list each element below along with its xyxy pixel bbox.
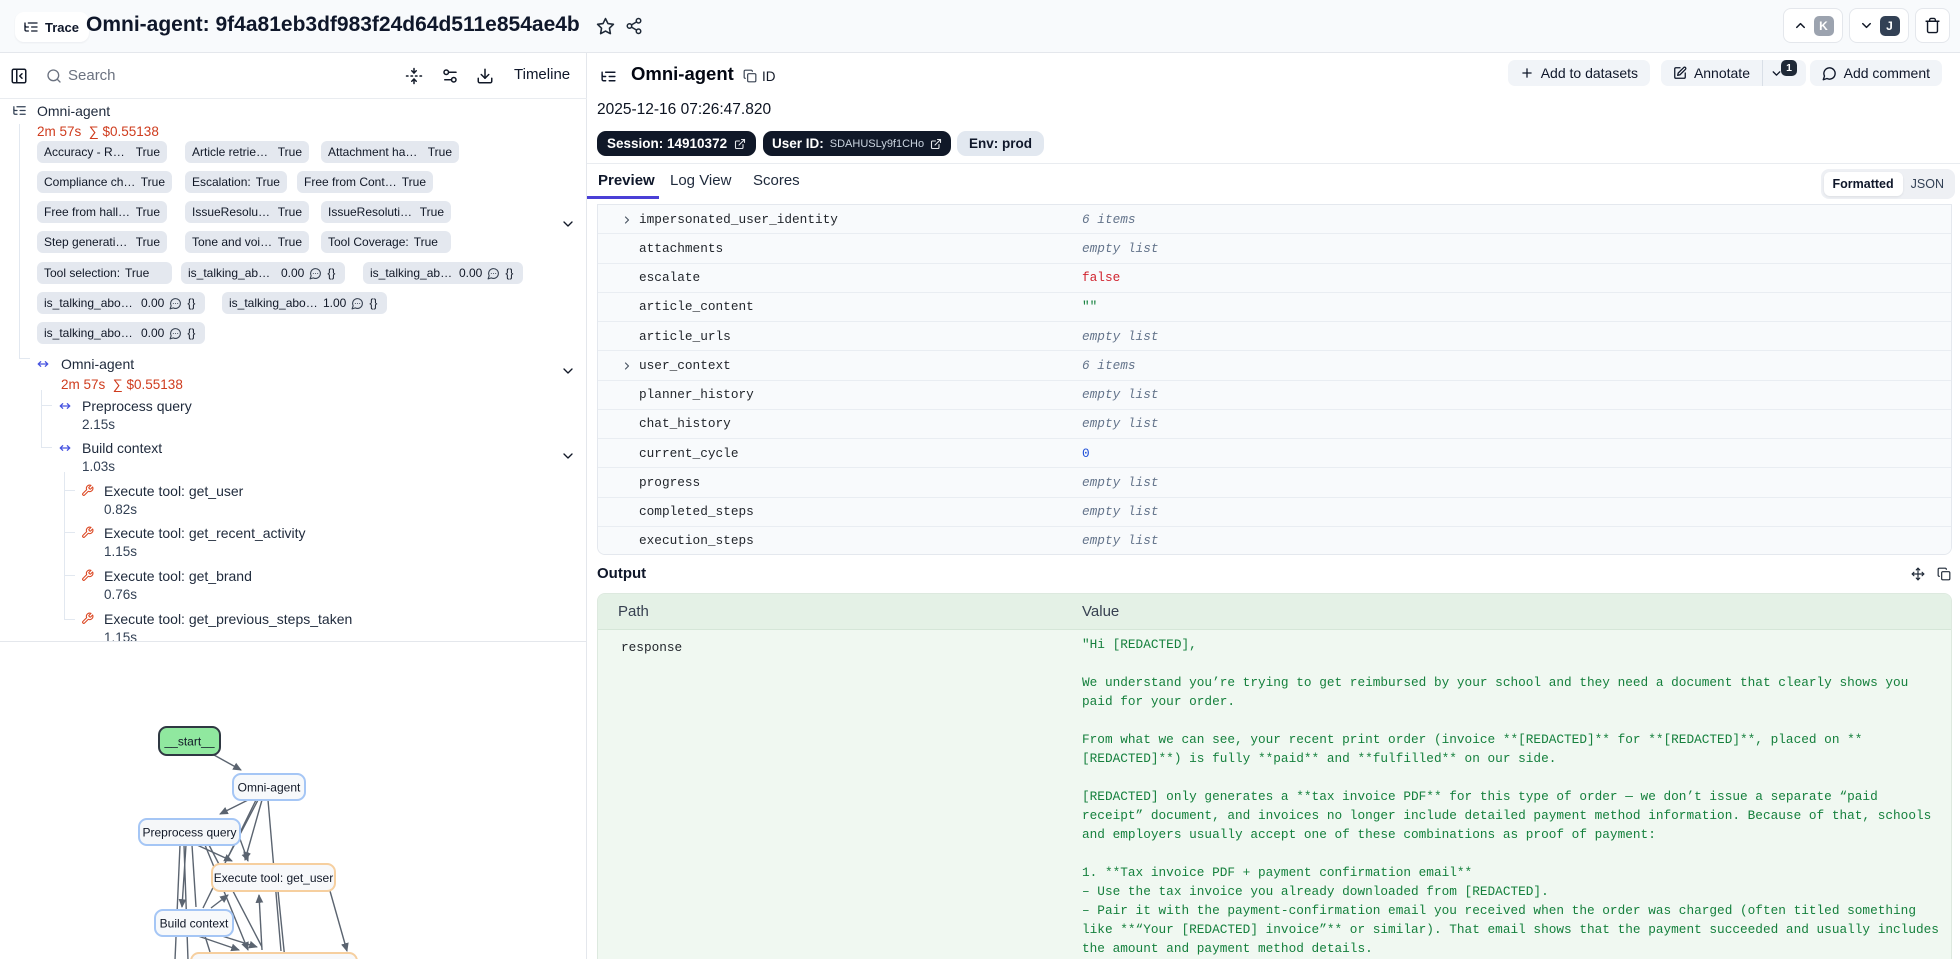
svg-text:Execute tool: get_user: Execute tool: get_user (214, 871, 333, 885)
svg-text:Preprocess query: Preprocess query (142, 826, 236, 840)
svg-text:__start__: __start__ (163, 735, 214, 749)
svg-text:Omni-agent: Omni-agent (238, 781, 301, 795)
svg-text:Build context: Build context (160, 917, 229, 931)
